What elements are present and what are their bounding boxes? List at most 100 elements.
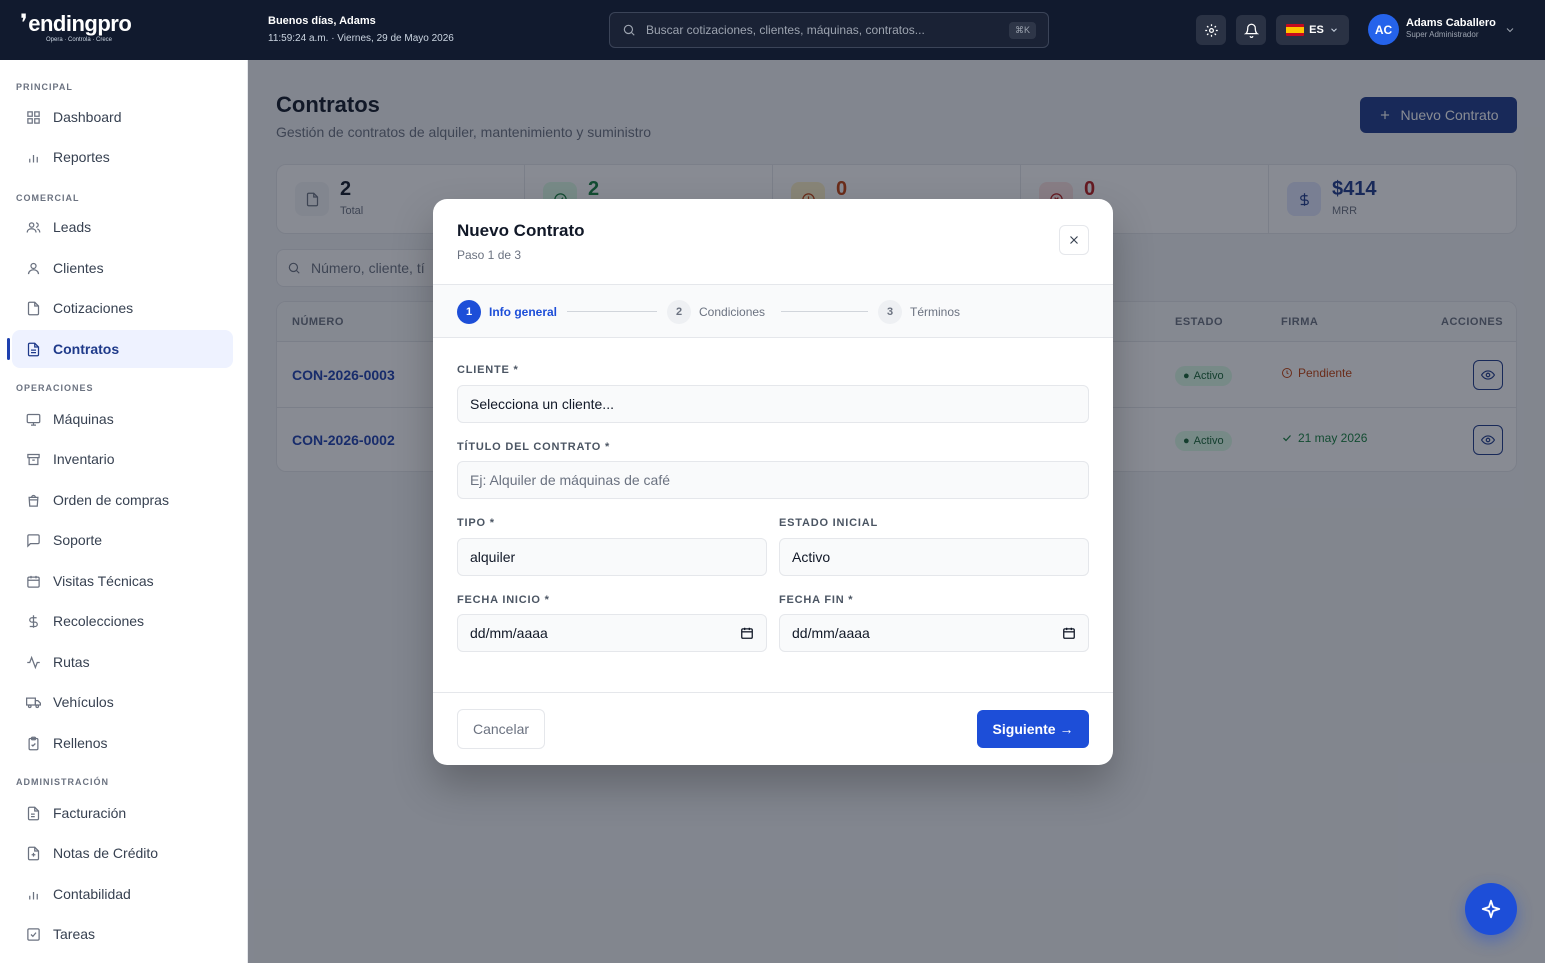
close-icon	[1070, 236, 1078, 244]
logo-text: endingpro	[28, 11, 132, 36]
modal-footer: Cancelar Siguiente →	[433, 692, 1113, 765]
sidebar-item-notas-de-credito[interactable]: Notas de Crédito	[12, 834, 233, 872]
chevron-down-icon[interactable]	[1504, 24, 1516, 36]
client-label: CLIENTE *	[457, 364, 519, 376]
sidebar-item-contabilidad[interactable]: Contabilidad	[12, 875, 233, 913]
calendar-icon[interactable]	[740, 626, 754, 640]
user-name: Adams Caballero	[1406, 17, 1496, 29]
end-date-label: FECHA FIN *	[779, 594, 854, 606]
type-select[interactable]: alquiler	[457, 538, 767, 576]
sidebar-item-label: Reportes	[53, 149, 110, 165]
user-avatar[interactable]: AC	[1368, 14, 1399, 45]
activity-icon	[27, 655, 40, 669]
start-date-value: dd/mm/aaaa	[470, 625, 548, 641]
initial-status-select[interactable]: Activo	[779, 538, 1089, 576]
sidebar-item-leads[interactable]: Leads	[12, 208, 233, 246]
sidebar-item-recolecciones[interactable]: Recolecciones	[12, 602, 233, 640]
type-label: TIPO *	[457, 517, 495, 529]
start-date-label: FECHA INICIO *	[457, 594, 550, 606]
sidebar-item-label: Cotizaciones	[53, 300, 134, 316]
language-code: ES	[1309, 24, 1324, 36]
bell-icon	[1243, 23, 1259, 38]
greeting-text: Buenos días, Adams	[268, 15, 376, 27]
step-condiciones[interactable]: 2 Condiciones	[667, 300, 765, 324]
sidebar-item-label: Rutas	[53, 654, 90, 670]
shopping-bag-icon	[28, 494, 39, 507]
new-contract-modal: Nuevo Contrato Paso 1 de 3 1 Info genera…	[433, 199, 1113, 765]
close-button[interactable]	[1059, 225, 1089, 255]
user-menu[interactable]: Adams Caballero Super Administrador	[1406, 17, 1496, 40]
calendar-icon[interactable]	[1062, 626, 1076, 640]
step-label: Info general	[489, 305, 558, 319]
search-input[interactable]: Buscar cotizaciones, clientes, máquinas,…	[646, 23, 1009, 37]
sidebar-item-label: Vehículos	[53, 694, 114, 710]
sidebar-item-visitas-tecnicas[interactable]: Visitas Técnicas	[12, 562, 233, 600]
sidebar-item-inventario[interactable]: Inventario	[12, 440, 233, 478]
sidebar-item-label: Facturación	[53, 805, 127, 821]
step-connector	[567, 311, 657, 312]
check-square-icon	[27, 927, 40, 941]
modal-title: Nuevo Contrato	[457, 221, 585, 240]
sidebar-item-maquinas[interactable]: Máquinas	[12, 400, 233, 438]
clipboard-icon	[28, 736, 39, 750]
sidebar-item-label: Leads	[53, 219, 92, 235]
step-terminos[interactable]: 3 Términos	[878, 300, 960, 324]
initial-status-label: ESTADO INICIAL	[779, 517, 878, 529]
global-search[interactable]: Buscar cotizaciones, clientes, máquinas,…	[609, 12, 1049, 48]
language-selector[interactable]: ES	[1276, 15, 1349, 45]
notifications-button[interactable]	[1236, 15, 1266, 45]
step-number: 2	[667, 300, 691, 324]
section-title: PRINCIPAL	[16, 82, 73, 92]
step-info-general[interactable]: 1 Info general	[457, 300, 557, 324]
file-text-icon	[27, 342, 40, 356]
search-icon	[623, 24, 635, 36]
monitor-icon	[26, 413, 41, 426]
sidebar-item-label: Clientes	[53, 260, 104, 276]
current-datetime: 11:59:24 a.m. · Viernes, 29 de Mayo 2026	[268, 33, 454, 44]
end-date-input[interactable]: dd/mm/aaaa	[779, 614, 1089, 652]
sidebar-item-rutas[interactable]: Rutas	[12, 643, 233, 681]
sidebar-item-label: Rellenos	[53, 735, 108, 751]
sidebar-item-cotizaciones[interactable]: Cotizaciones	[12, 289, 233, 327]
sidebar-item-orden-de-compras[interactable]: Orden de compras	[12, 481, 233, 519]
user-icon	[27, 262, 40, 274]
ai-assistant-button[interactable]	[1465, 883, 1517, 935]
bar-chart-icon	[29, 891, 38, 899]
sidebar-item-reportes[interactable]: Reportes	[12, 138, 233, 176]
cancel-button[interactable]: Cancelar	[457, 709, 545, 749]
file-icon	[27, 301, 40, 315]
step-label: Términos	[910, 305, 961, 319]
section-title: COMERCIAL	[16, 193, 80, 203]
start-date-input[interactable]: dd/mm/aaaa	[457, 614, 767, 652]
sidebar-item-dashboard[interactable]: Dashboard	[12, 98, 233, 136]
contract-title-input[interactable]: Ej: Alquiler de máquinas de café	[457, 461, 1089, 499]
file-plus-icon	[27, 846, 40, 860]
settings-button[interactable]	[1196, 15, 1226, 45]
sidebar-item-rellenos[interactable]: Rellenos	[12, 724, 233, 762]
logo-tagline: Opera · Controla · Crece	[46, 37, 113, 43]
modal-step-text: Paso 1 de 3	[457, 248, 522, 262]
sidebar-item-vehiculos[interactable]: Vehículos	[12, 683, 233, 721]
truck-icon	[26, 697, 41, 708]
brand-logo[interactable]: ❜ endingpro Opera · Controla · Crece	[20, 12, 160, 48]
sidebar-item-clientes[interactable]: Clientes	[12, 249, 233, 287]
calendar-icon	[27, 575, 40, 588]
grid-icon	[27, 110, 40, 124]
sidebar-item-label: Orden de compras	[53, 492, 169, 508]
next-button[interactable]: Siguiente →	[977, 710, 1089, 748]
sidebar-item-tareas[interactable]: Tareas	[12, 915, 233, 953]
step-number: 1	[457, 300, 481, 324]
client-select[interactable]: Selecciona un cliente...	[457, 385, 1089, 423]
sidebar-item-contratos[interactable]: Contratos	[7, 330, 233, 368]
user-role: Super Administrador	[1406, 30, 1479, 39]
sidebar-item-label: Inventario	[53, 451, 115, 467]
sidebar-item-label: Notas de Crédito	[53, 845, 159, 861]
dollar-icon	[29, 614, 38, 628]
sidebar-item-soporte[interactable]: Soporte	[12, 521, 233, 559]
chevron-down-icon	[1330, 28, 1337, 32]
logo-mark-icon: ❜	[20, 10, 28, 37]
sidebar-item-facturacion[interactable]: Facturación	[12, 794, 233, 832]
sidebar-item-label: Contabilidad	[53, 886, 131, 902]
greeting: Buenos días, Adams 11:59:24 a.m. · Viern…	[268, 14, 454, 45]
sparkle-icon	[1481, 899, 1501, 919]
